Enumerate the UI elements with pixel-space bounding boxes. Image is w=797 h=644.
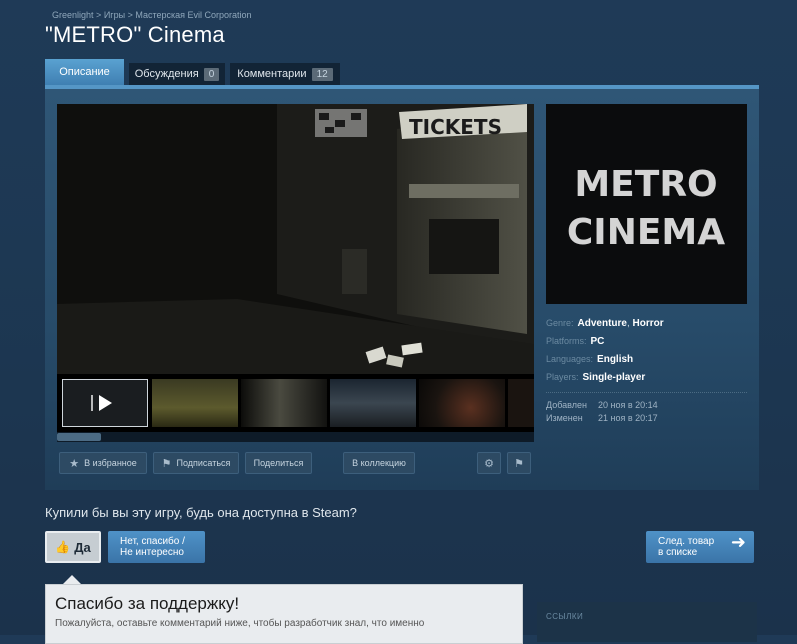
report-button[interactable]: ⚑ bbox=[507, 452, 531, 474]
thumbnail-scrollbar[interactable] bbox=[57, 432, 534, 442]
count-badge: 0 bbox=[203, 67, 220, 81]
tab-label: Описание bbox=[59, 66, 110, 78]
links-title: ССЫЛКИ bbox=[546, 612, 584, 621]
breadcrumb-separator: > bbox=[127, 10, 133, 20]
page-title: "METRO" Cinema bbox=[45, 22, 225, 47]
game-details: Genre: Adventure, Horror Platforms: PC L… bbox=[546, 314, 747, 424]
updated-row: Изменен 21 ноя в 20:17 bbox=[546, 411, 747, 424]
play-icon bbox=[91, 395, 112, 411]
breadcrumb-link-greenlight[interactable]: Greenlight bbox=[52, 10, 94, 20]
favorite-label: В избранное bbox=[84, 458, 137, 468]
main-screenshot[interactable]: TICKETS bbox=[57, 104, 534, 374]
thumbs-up-icon: 👍 bbox=[55, 540, 71, 554]
screenshot-scene: TICKETS bbox=[57, 104, 534, 374]
genre-link-horror[interactable]: Horror bbox=[633, 318, 664, 329]
platforms-label: Platforms: bbox=[546, 336, 587, 346]
vote-yes-button[interactable]: 👍 Да bbox=[45, 531, 101, 563]
languages-value: English bbox=[597, 353, 634, 365]
subscribe-button[interactable]: ⚑ Подписаться bbox=[153, 452, 239, 474]
languages-label: Languages: bbox=[546, 354, 594, 364]
collection-label: В коллекцию bbox=[352, 458, 406, 468]
capsule-title-line1: METRO bbox=[574, 164, 717, 205]
game-capsule-image: METRO CINEMA bbox=[546, 104, 747, 304]
platforms-row: Platforms: PC bbox=[546, 332, 747, 350]
platforms-value: PC bbox=[590, 335, 605, 347]
details-divider bbox=[546, 392, 747, 393]
share-button[interactable]: Поделиться bbox=[245, 452, 312, 474]
share-label: Поделиться bbox=[253, 458, 304, 468]
players-label: Players: bbox=[546, 372, 579, 382]
thumbnail-screenshot[interactable] bbox=[152, 379, 238, 427]
scrollbar-thumb[interactable] bbox=[57, 433, 101, 441]
breadcrumb-link-games[interactable]: Игры bbox=[104, 10, 125, 20]
thanks-box: Спасибо за поддержку! Пожалуйста, оставь… bbox=[45, 584, 523, 644]
tab-description[interactable]: Описание bbox=[45, 59, 124, 85]
subscribe-label: Подписаться bbox=[176, 458, 231, 468]
players-value: Single-player bbox=[582, 371, 646, 383]
breadcrumb-separator: > bbox=[96, 10, 102, 20]
links-box: ССЫЛКИ bbox=[537, 602, 757, 642]
thumbnail-screenshot[interactable] bbox=[241, 379, 327, 427]
arrow-right-icon: ➜ bbox=[730, 532, 746, 552]
vote-no-line1: Нет, спасибо / bbox=[120, 536, 185, 547]
thumbnail-video[interactable] bbox=[62, 379, 148, 427]
genre-link-adventure[interactable]: Adventure bbox=[578, 318, 627, 329]
flag-icon: ⚑ bbox=[514, 457, 524, 470]
genre-label: Genre: bbox=[546, 318, 574, 328]
gear-icon: ⚙ bbox=[484, 457, 494, 470]
thumbnail-strip bbox=[57, 374, 534, 432]
players-row: Players: Single-player bbox=[546, 368, 747, 386]
vote-no-button[interactable]: Нет, спасибо / Не интересно bbox=[108, 531, 205, 563]
updated-label: Изменен bbox=[546, 412, 583, 423]
breadcrumb: Greenlight > Игры > Мастерская Evil Corp… bbox=[52, 10, 252, 20]
thumbnail-screenshot[interactable] bbox=[330, 379, 416, 427]
breadcrumb-link-workshop[interactable]: Мастерская Evil Corporation bbox=[135, 10, 251, 20]
star-icon: ★ bbox=[69, 457, 80, 470]
add-to-collection-button[interactable]: В коллекцию bbox=[343, 452, 415, 474]
thumbnail-screenshot[interactable] bbox=[508, 379, 534, 427]
tab-comments[interactable]: Комментарии 12 bbox=[230, 63, 340, 85]
next-item-button[interactable]: След. товар в списке ➜ bbox=[646, 531, 754, 563]
added-row: Добавлен 20 ноя в 20:14 bbox=[546, 398, 747, 411]
favorite-button[interactable]: ★ В избранное bbox=[59, 452, 147, 474]
thumbnail-screenshot[interactable] bbox=[419, 379, 505, 427]
capsule-art: METRO CINEMA bbox=[546, 104, 747, 304]
vote-no-line2: Не интересно bbox=[120, 547, 184, 558]
genre-row: Genre: Adventure, Horror bbox=[546, 314, 747, 332]
tab-discussions[interactable]: Обсуждения 0 bbox=[129, 63, 225, 85]
count-badge: 12 bbox=[311, 67, 333, 81]
updated-value: 21 ноя в 20:17 bbox=[598, 412, 658, 423]
tab-label: Обсуждения bbox=[134, 68, 199, 80]
added-value: 20 ноя в 20:14 bbox=[598, 399, 658, 410]
languages-row: Languages: English bbox=[546, 350, 747, 368]
tab-label: Комментарии bbox=[237, 68, 307, 80]
vote-yes-label: Да bbox=[74, 539, 91, 555]
vote-question: Купили бы вы эту игру, будь она доступна… bbox=[45, 505, 357, 520]
settings-button[interactable]: ⚙ bbox=[477, 452, 501, 474]
capsule-title-line2: CINEMA bbox=[567, 212, 725, 253]
screenshot-sign-text: TICKETS bbox=[409, 115, 502, 139]
subscribe-icon: ⚑ bbox=[161, 457, 172, 470]
thanks-title: Спасибо за поддержку! bbox=[55, 594, 240, 613]
thanks-body: Пожалуйста, оставьте комментарий ниже, ч… bbox=[55, 618, 425, 629]
added-label: Добавлен bbox=[546, 399, 587, 410]
